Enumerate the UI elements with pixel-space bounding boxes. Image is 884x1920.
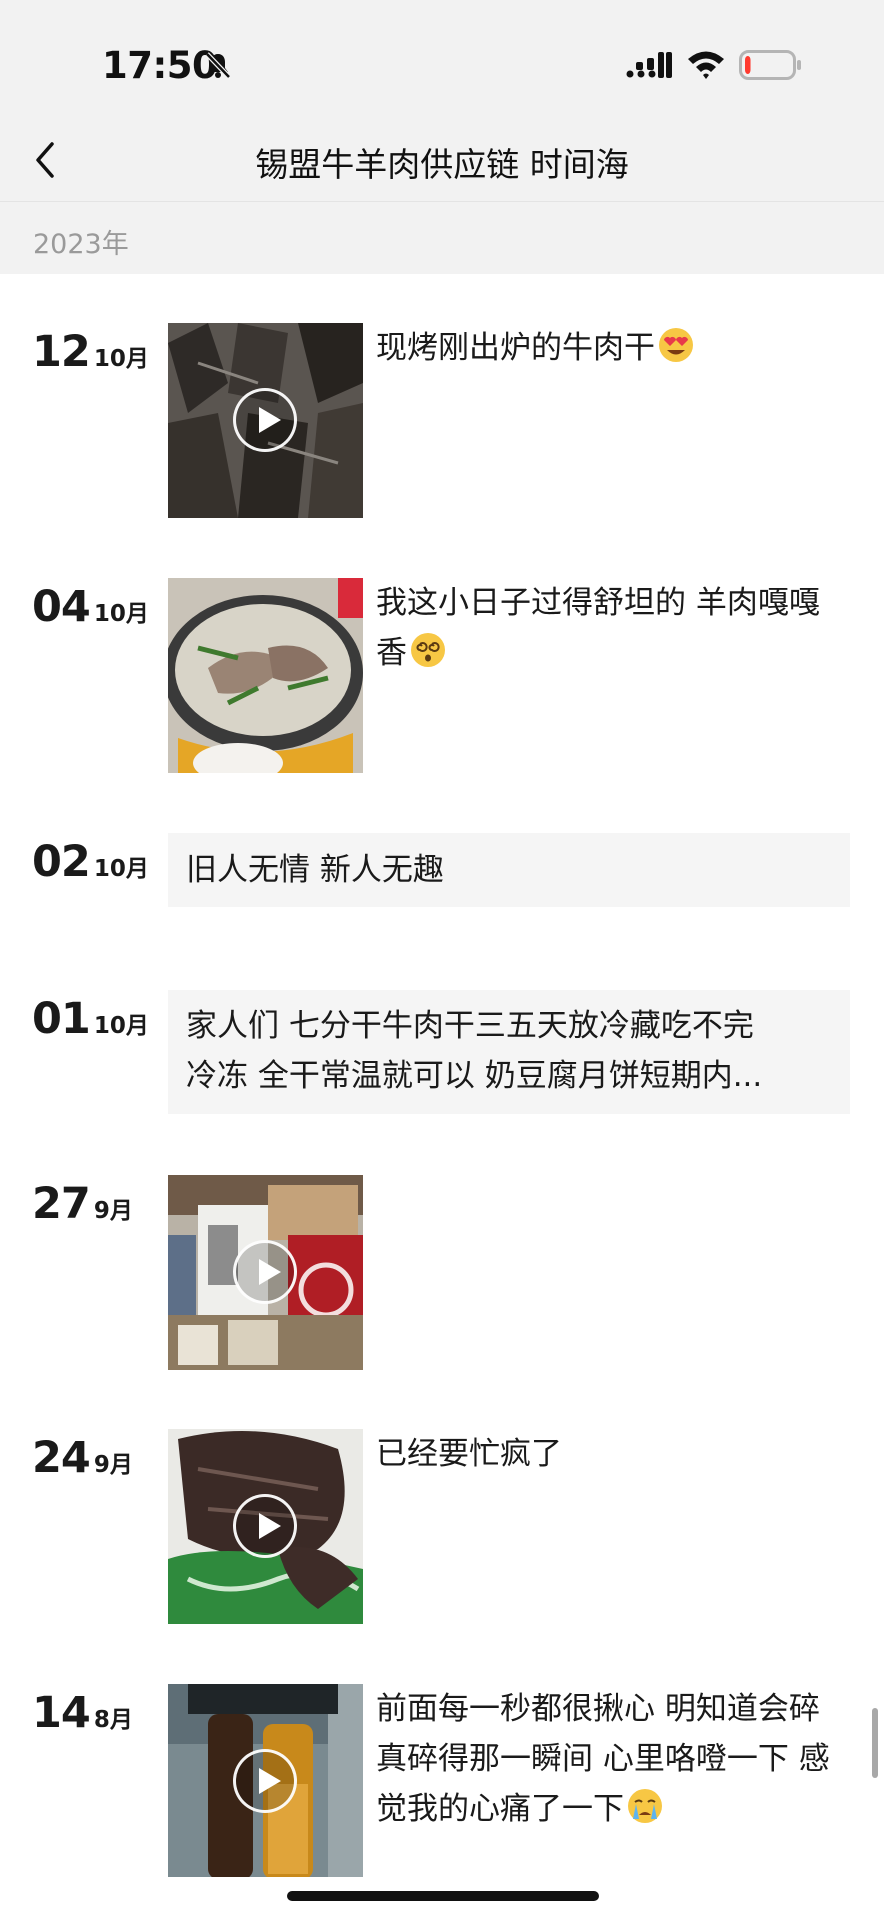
entry-date: 24 9月 [32,1433,133,1483]
entry-day: 04 [32,582,91,632]
nav-bar: 锡盟牛羊肉供应链 时间海 [0,118,884,202]
post-caption: 我这小日子过得舒坦的 羊肉嘎嘎香 [376,585,820,671]
entry-date: 02 10月 [32,837,149,887]
status-bar: 17:50 [0,0,884,128]
video-thumbnail[interactable] [168,1429,363,1624]
post-text-line: 家人们 七分干牛肉干三五天放冷藏吃不完 [186,1008,754,1044]
post-text-line: 冷冻 全干常温就可以 奶豆腐月饼短期内... [186,1058,763,1094]
entry-date: 14 8月 [32,1688,133,1738]
entry-day: 12 [32,327,91,377]
entry-month: 10月 [93,601,149,627]
video-thumbnail[interactable] [168,1175,363,1370]
entry-day: 01 [32,994,91,1044]
play-icon [233,1494,297,1558]
entry-day: 27 [32,1179,91,1229]
heart-eyes-emoji-icon [659,328,693,362]
entry-month: 8月 [93,1707,133,1733]
home-indicator[interactable] [287,1891,599,1901]
bell-muted-icon [205,52,231,79]
entry-date: 27 9月 [32,1179,133,1229]
crying-face-emoji-icon [628,1789,662,1823]
play-icon [233,1749,297,1813]
wifi-icon [688,51,724,79]
battery-icon [739,50,801,80]
entry-month: 10月 [93,1013,149,1039]
page-title: 锡盟牛羊肉供应链 时间海 [255,145,629,184]
entry-date: 12 10月 [32,327,149,377]
entry-day: 14 [32,1688,91,1738]
post-caption: 现烤刚出炉的牛肉干 [376,323,846,373]
entry-day: 02 [32,837,91,887]
video-thumbnail[interactable] [168,323,363,518]
year-label: 2023年 [33,229,129,260]
video-thumbnail[interactable] [168,1684,363,1877]
entry-day: 24 [32,1433,91,1483]
entry-date: 01 10月 [32,994,149,1044]
scrollbar[interactable] [872,1708,878,1778]
post-caption: 前面每一秒都很揪心 明知道会碎 真碎得那一瞬间 心里咯噔一下 感觉我的心痛了一下 [376,1691,830,1827]
entry-month: 10月 [93,856,149,882]
cellular-signal-icon [626,52,672,78]
text-post-card[interactable]: 家人们 七分干牛肉干三五天放冷藏吃不完 冷冻 全干常温就可以 奶豆腐月饼短期内.… [168,990,850,1114]
entry-month: 9月 [93,1198,133,1224]
dizzy-face-emoji-icon [411,633,445,667]
post-caption: 已经要忙疯了 [376,1436,562,1472]
post-text: 旧人无情 新人无趣 [186,852,444,888]
entry-date: 04 10月 [32,582,149,632]
entry-month: 10月 [93,346,149,372]
play-icon [233,388,297,452]
image-thumbnail[interactable] [168,578,363,773]
entry-month: 9月 [93,1452,133,1478]
status-time: 17:50 [102,44,218,87]
text-post-card[interactable]: 旧人无情 新人无趣 [168,833,850,907]
play-icon [233,1240,297,1304]
year-header: 2023年 [0,202,884,274]
